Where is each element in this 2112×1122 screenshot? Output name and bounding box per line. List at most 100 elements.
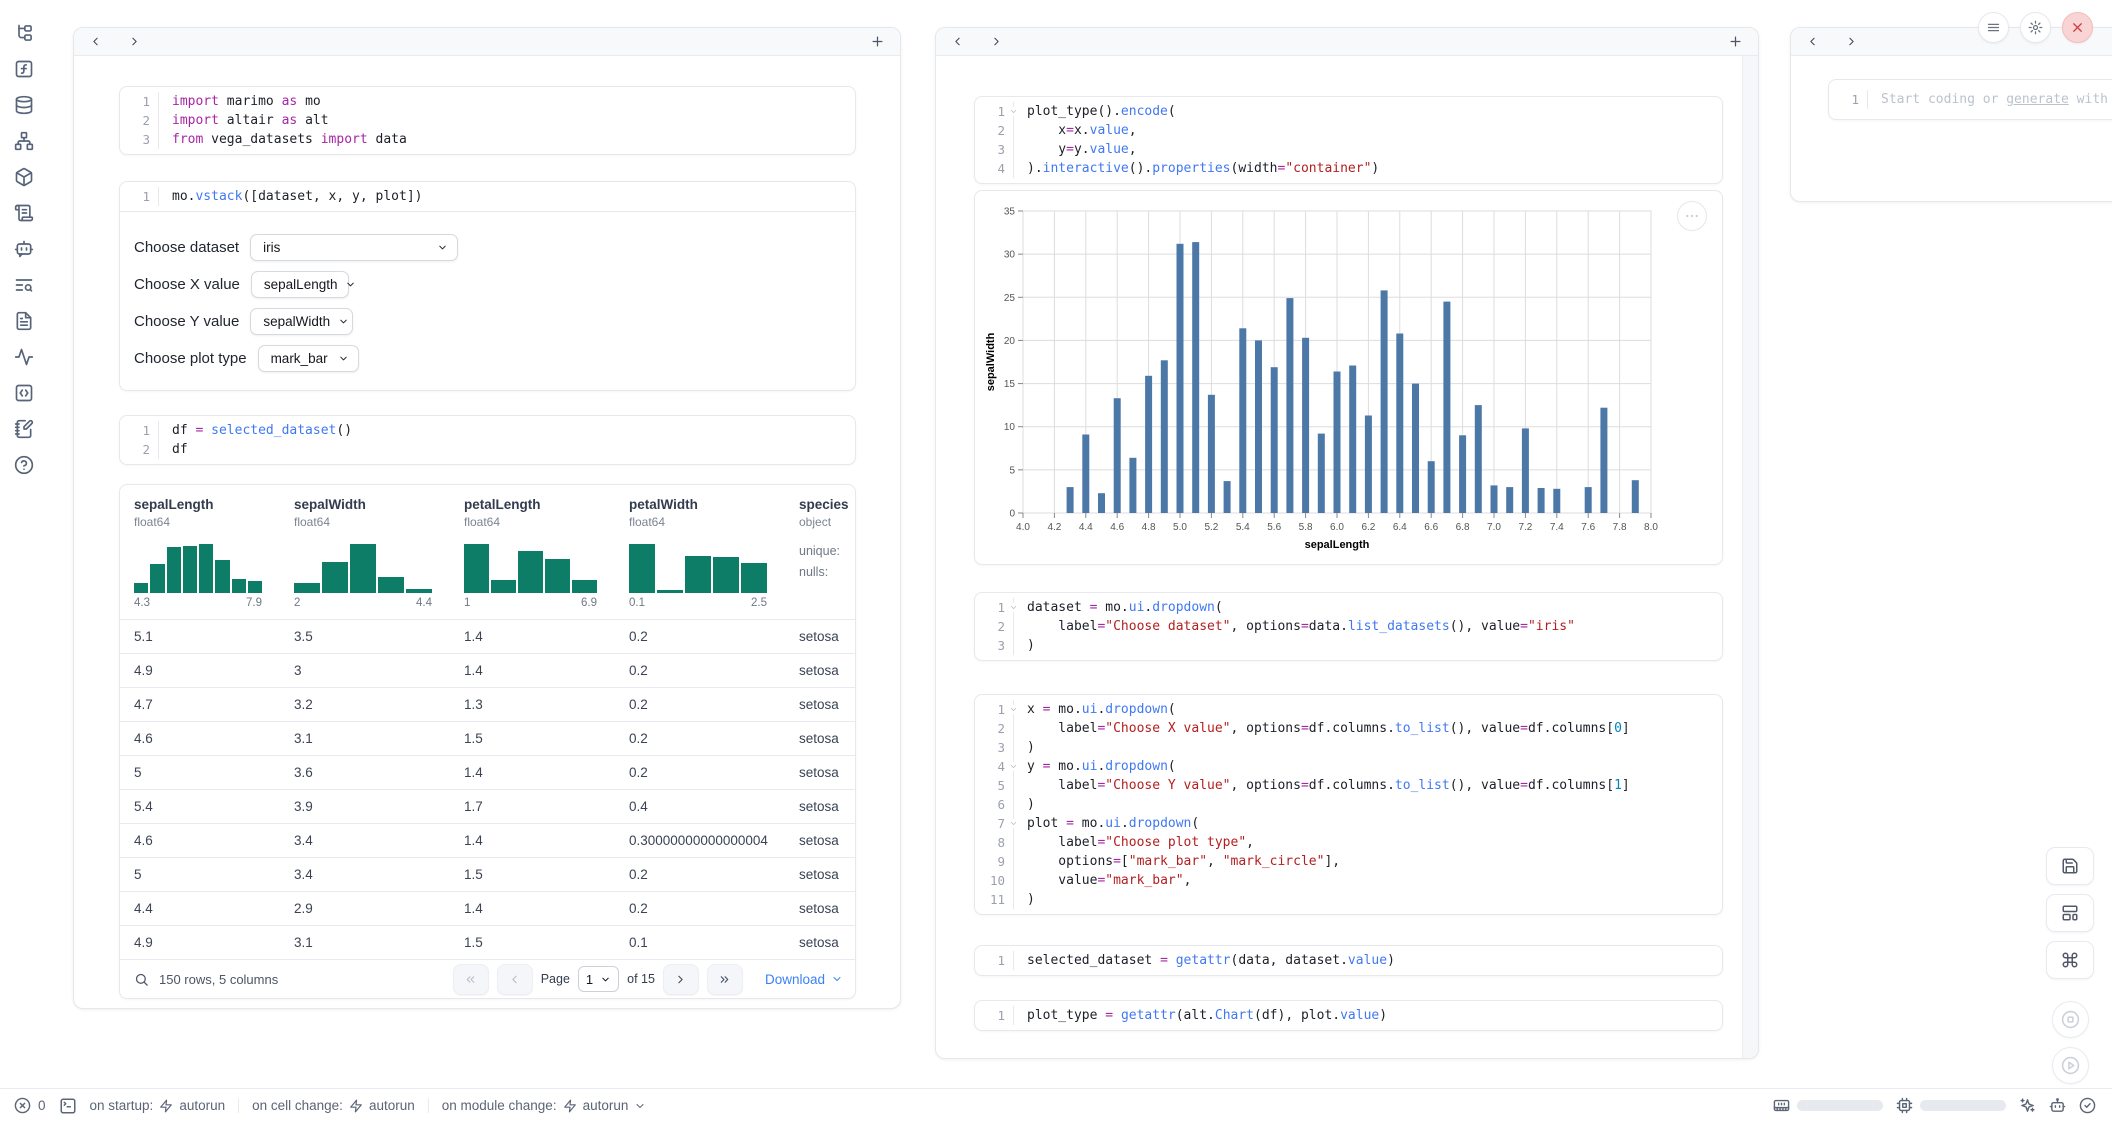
code-line[interactable]: 2import altair as alt (120, 111, 855, 130)
sparkles-icon[interactable] (2019, 1097, 2036, 1114)
code-line[interactable]: 3) (975, 636, 1722, 655)
code-line[interactable]: 9 options=["mark_bar", "mark_circle"], (975, 852, 1722, 871)
chart-bar[interactable] (1553, 489, 1560, 513)
file-tree-icon[interactable] (14, 23, 34, 43)
text-search-icon[interactable] (14, 275, 34, 295)
column-header-sepalWidth[interactable]: sepalWidthfloat6424.4 (280, 485, 450, 620)
code-line[interactable]: 1import marimo as mo (120, 92, 855, 111)
code-line[interactable]: 1mo.vstack([dataset, x, y, plot]) (120, 187, 855, 206)
chart-bar[interactable] (1255, 340, 1262, 513)
plot-cell[interactable]: 1plot_type().encode(2 x=x.value,3 y=y.va… (974, 96, 1723, 184)
chart-bar[interactable] (1632, 480, 1639, 513)
chart-bar[interactable] (1114, 398, 1121, 513)
chart-bar[interactable] (1349, 366, 1356, 514)
code-line[interactable]: 1df = selected_dataset() (120, 421, 855, 440)
chart-bar[interactable] (1538, 488, 1545, 513)
package-icon[interactable] (14, 167, 34, 187)
chart-bar[interactable] (1334, 372, 1341, 514)
code-line[interactable]: 6) (975, 795, 1722, 814)
chart-bar[interactable] (1318, 434, 1325, 513)
fold-chevron-icon[interactable] (1009, 762, 1018, 771)
column-header-species[interactable]: speciesobjectunique:nulls: (785, 485, 855, 620)
bot-icon[interactable] (2049, 1097, 2066, 1114)
code-line[interactable]: 4y = mo.ui.dropdown( (975, 757, 1722, 776)
command-button[interactable] (2046, 941, 2094, 979)
column-header-petalWidth[interactable]: petalWidthfloat640.12.5 (615, 485, 785, 620)
data-table[interactable]: sepalLengthfloat644.37.9sepalWidthfloat6… (120, 485, 855, 959)
fold-chevron-icon[interactable] (1009, 819, 1018, 828)
fold-chevron-icon[interactable] (1009, 705, 1018, 714)
chart-bar[interactable] (1286, 298, 1293, 513)
column-header-sepalLength[interactable]: sepalLengthfloat644.37.9 (120, 485, 280, 620)
search-icon[interactable] (134, 972, 149, 987)
menu-button[interactable] (1978, 12, 2009, 43)
imports-cell[interactable]: 1import marimo as mo2import altair as al… (119, 86, 856, 155)
download-button[interactable]: Download (765, 972, 843, 987)
first-page-button[interactable] (453, 964, 489, 995)
chart-bar[interactable] (1412, 384, 1419, 513)
new-cell[interactable]: 1Start coding or generate with AI. (1828, 79, 2112, 120)
code-line[interactable]: 3 y=y.value, (975, 140, 1722, 159)
run-mode-1[interactable]: on startup:autorun (90, 1098, 226, 1113)
prev-page-button[interactable] (497, 964, 533, 995)
table-row[interactable]: 53.61.40.2setosa (120, 756, 855, 790)
code-line[interactable]: 4).interactive().properties(width="conta… (975, 159, 1722, 178)
code-line[interactable]: 10 value="mark_bar", (975, 871, 1722, 890)
chart-bar[interactable] (1302, 338, 1309, 513)
chevron-left-icon[interactable] (951, 35, 964, 48)
chart-bar[interactable] (1239, 328, 1246, 513)
code-line[interactable]: 2 label="Choose dataset", options=data.l… (975, 617, 1722, 636)
column-scrollbar[interactable] (1742, 56, 1758, 1058)
chevron-right-icon[interactable] (1845, 35, 1858, 48)
chart-bar[interactable] (1224, 481, 1231, 513)
chart-bar[interactable] (1177, 244, 1184, 513)
chevron-left-icon[interactable] (1806, 35, 1819, 48)
code-line[interactable]: 2df (120, 440, 855, 459)
code-line[interactable]: 3) (975, 738, 1722, 757)
code-line[interactable]: 1plot_type = getattr(alt.Chart(df), plot… (975, 1006, 1722, 1025)
page-select[interactable]: 1 (578, 966, 619, 992)
chevron-right-icon[interactable] (990, 35, 1003, 48)
terminal-icon[interactable] (59, 1097, 77, 1115)
column-header-petalLength[interactable]: petalLengthfloat6416.9 (450, 485, 615, 620)
chart-bar[interactable] (1491, 485, 1498, 513)
table-row[interactable]: 4.73.21.30.2setosa (120, 688, 855, 722)
code-line[interactable]: 7plot = mo.ui.dropdown( (975, 814, 1722, 833)
chart-bar[interactable] (1208, 395, 1215, 513)
code-line[interactable]: 3from vega_datasets import data (120, 130, 855, 149)
choose-dataset-select[interactable]: iris (250, 234, 458, 261)
table-row[interactable]: 4.42.91.40.2setosa (120, 892, 855, 926)
choose-plot-type-select[interactable]: mark_bar (258, 345, 359, 372)
chart-bar[interactable] (1506, 487, 1513, 513)
close-button[interactable] (2062, 12, 2093, 43)
play-circle-button[interactable] (2052, 1047, 2089, 1084)
network-icon[interactable] (14, 131, 34, 151)
code-square-icon[interactable] (14, 383, 34, 403)
table-row[interactable]: 4.63.41.40.30000000000000004setosa (120, 824, 855, 858)
plot-type-cell[interactable]: 1plot_type = getattr(alt.Chart(df), plot… (974, 1000, 1723, 1031)
errors-icon[interactable] (14, 1097, 31, 1114)
code-line[interactable]: 11) (975, 890, 1722, 909)
chart-bar[interactable] (1067, 487, 1074, 513)
chart-bar[interactable] (1145, 376, 1152, 513)
chart-bar[interactable] (1098, 493, 1105, 513)
code-line[interactable]: 2 x=x.value, (975, 121, 1722, 140)
database-icon[interactable] (14, 95, 34, 115)
layout-template-button[interactable] (2046, 894, 2094, 932)
chart-bar[interactable] (1475, 405, 1482, 513)
chart-bar[interactable] (1192, 242, 1199, 513)
notebook-pen-icon[interactable] (14, 419, 34, 439)
widgets-cell[interactable]: 1x = mo.ui.dropdown(2 label="Choose X va… (974, 694, 1723, 915)
code-line[interactable]: 2 label="Choose X value", options=df.col… (975, 719, 1722, 738)
add-cell-icon[interactable] (1728, 34, 1743, 49)
column-histogram[interactable] (134, 541, 262, 593)
chevron-left-icon[interactable] (89, 35, 102, 48)
run-mode-3[interactable]: on module change:autorun (442, 1098, 647, 1113)
bot-message-icon[interactable] (14, 239, 34, 259)
selected-dataset-cell[interactable]: 1selected_dataset = getattr(data, datase… (974, 945, 1723, 976)
stop-circle-button[interactable] (2052, 1001, 2089, 1038)
vstack-cell[interactable]: 1mo.vstack([dataset, x, y, plot]) Choose… (119, 181, 856, 391)
choose-y-value-select[interactable]: sepalWidth (250, 308, 353, 335)
chart-bar[interactable] (1585, 487, 1592, 513)
code-line[interactable]: 1selected_dataset = getattr(data, datase… (975, 951, 1722, 970)
